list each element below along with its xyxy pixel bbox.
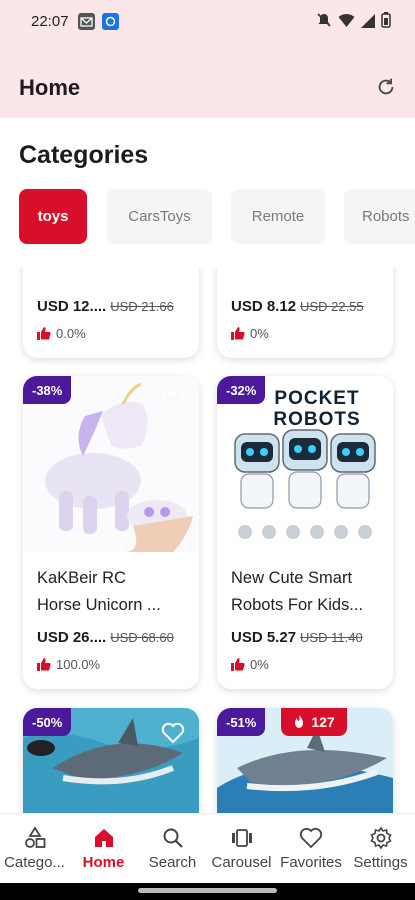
discount-badge: -51% — [217, 708, 266, 736]
chip-label: toys — [37, 208, 69, 225]
mute-icon — [317, 13, 331, 27]
old-price: USD 68.60 — [110, 630, 174, 645]
product-card[interactable]: -51% 127 — [217, 708, 393, 813]
product-name-line1: New Cute Smart — [231, 569, 353, 587]
chip-label: CarsToys — [128, 208, 191, 225]
price-row: USD 5.27 USD 11.40 — [231, 629, 389, 646]
signal-icon — [361, 13, 375, 28]
categories-title: Categories — [19, 141, 149, 169]
price-row: USD 8.12 USD 22.55 — [231, 298, 389, 315]
chip-label: Remote — [251, 208, 305, 225]
product-card[interactable]: USD 12.... USD 21.66 0.0% — [23, 268, 199, 358]
favorite-heart-icon[interactable] — [355, 390, 379, 412]
chip-label: Robots — [362, 208, 410, 225]
rating: 100.0% — [56, 657, 101, 672]
nav-label: Carousel — [211, 854, 272, 871]
rating-row: 0% — [231, 326, 269, 341]
nav-item-favorites[interactable]: Favorites — [276, 814, 346, 884]
product-grid: USD 12.... USD 21.66 0.0% USD 8.12 USD 2… — [0, 268, 415, 813]
app-bar: Home — [0, 44, 415, 118]
product-card[interactable]: -38% KaKBeir RC Horse Unicorn ... USD 26… — [23, 376, 199, 689]
refresh-icon — [378, 78, 394, 95]
gesture-handle[interactable] — [138, 888, 277, 893]
nav-label: Settings — [353, 854, 408, 871]
battery-icon — [381, 12, 391, 28]
nav-label: Favorites — [280, 854, 342, 871]
product-name: KaKBeir RC Horse Unicorn ... — [37, 565, 187, 619]
mail-notification-icon — [78, 13, 95, 30]
status-bar: 22:07 — [0, 0, 415, 44]
hot-badge: 127 — [281, 708, 347, 736]
fire-icon — [295, 715, 304, 728]
price: USD 12.... — [37, 298, 107, 315]
nav-label: Home — [82, 854, 125, 871]
wifi-icon — [338, 13, 355, 27]
product-image: POCKET ROBOTS -32% — [217, 376, 393, 552]
rating-row: 100.0% — [37, 657, 100, 672]
product-image: -50% — [23, 708, 199, 813]
rating-row: 0.0% — [37, 326, 86, 341]
product-card[interactable]: USD 8.12 USD 22.55 0% — [217, 268, 393, 358]
nav-label: Catego... — [4, 854, 65, 871]
product-name: New Cute Smart Robots For Kids... — [231, 565, 381, 619]
refresh-button[interactable] — [371, 72, 401, 102]
rating: 0.0% — [56, 326, 86, 341]
product-card[interactable]: POCKET ROBOTS -32% New Cute Smart Robots… — [217, 376, 393, 689]
price: USD 8.12 — [231, 298, 297, 315]
app-notification-icon — [102, 13, 119, 30]
carousel-icon — [231, 829, 252, 847]
category-chip-robots[interactable]: Robots — [344, 189, 415, 244]
category-chip-remote[interactable]: Remote — [231, 189, 325, 244]
nav-item-carousel[interactable]: Carousel — [207, 814, 276, 884]
price: USD 5.27 — [231, 629, 297, 646]
thumbs-up-icon — [37, 658, 51, 671]
price-row: USD 26.... USD 68.60 — [37, 629, 195, 646]
thumbs-up-icon — [37, 327, 51, 340]
search-icon — [163, 828, 183, 848]
category-chip-carstoys[interactable]: CarsToys — [107, 189, 212, 244]
category-shapes-icon — [24, 826, 45, 848]
category-chips: toys CarsToys Remote Robots — [0, 189, 415, 245]
nav-item-settings[interactable]: Settings — [346, 814, 415, 884]
category-chip-toys[interactable]: toys — [19, 189, 87, 244]
product-name-line2: Robots For Kids... — [231, 596, 364, 614]
price: USD 26.... — [37, 629, 107, 646]
rating-row: 0% — [231, 657, 269, 672]
rating: 0% — [250, 657, 269, 672]
old-price: USD 21.66 — [110, 299, 174, 314]
product-card[interactable]: -50% — [23, 708, 199, 813]
discount-badge: -38% — [23, 376, 72, 404]
nav-item-home[interactable]: Home — [69, 814, 138, 884]
bottom-navigation: Catego... Home Search Carousel Favorites… — [0, 813, 415, 883]
product-image: -51% 127 — [217, 708, 393, 813]
home-icon — [94, 829, 113, 847]
favorite-heart-icon[interactable] — [161, 390, 185, 412]
thumbs-up-icon — [231, 327, 245, 340]
nav-item-categories[interactable]: Catego... — [0, 814, 69, 884]
product-name-line1: KaKBeir RC — [37, 569, 126, 587]
status-time: 22:07 — [31, 13, 69, 30]
old-price: USD 11.40 — [300, 630, 363, 645]
nav-item-search[interactable]: Search — [138, 814, 207, 884]
status-icons — [316, 12, 391, 28]
price-row: USD 12.... USD 21.66 — [37, 298, 195, 315]
product-name-line2: Horse Unicorn ... — [37, 596, 161, 614]
favorite-heart-icon[interactable] — [161, 722, 185, 744]
gear-icon — [369, 826, 392, 850]
gesture-navigation-area — [0, 883, 415, 900]
product-image: -38% — [23, 376, 199, 552]
page-title: Home — [19, 75, 81, 100]
old-price: USD 22.55 — [300, 299, 364, 314]
discount-badge: -50% — [23, 708, 72, 736]
thumbs-up-icon — [231, 658, 245, 671]
heart-icon — [299, 827, 323, 849]
nav-label: Search — [148, 854, 197, 871]
hot-count: 127 — [311, 714, 335, 730]
discount-badge: -32% — [217, 376, 266, 404]
rating: 0% — [250, 326, 269, 341]
